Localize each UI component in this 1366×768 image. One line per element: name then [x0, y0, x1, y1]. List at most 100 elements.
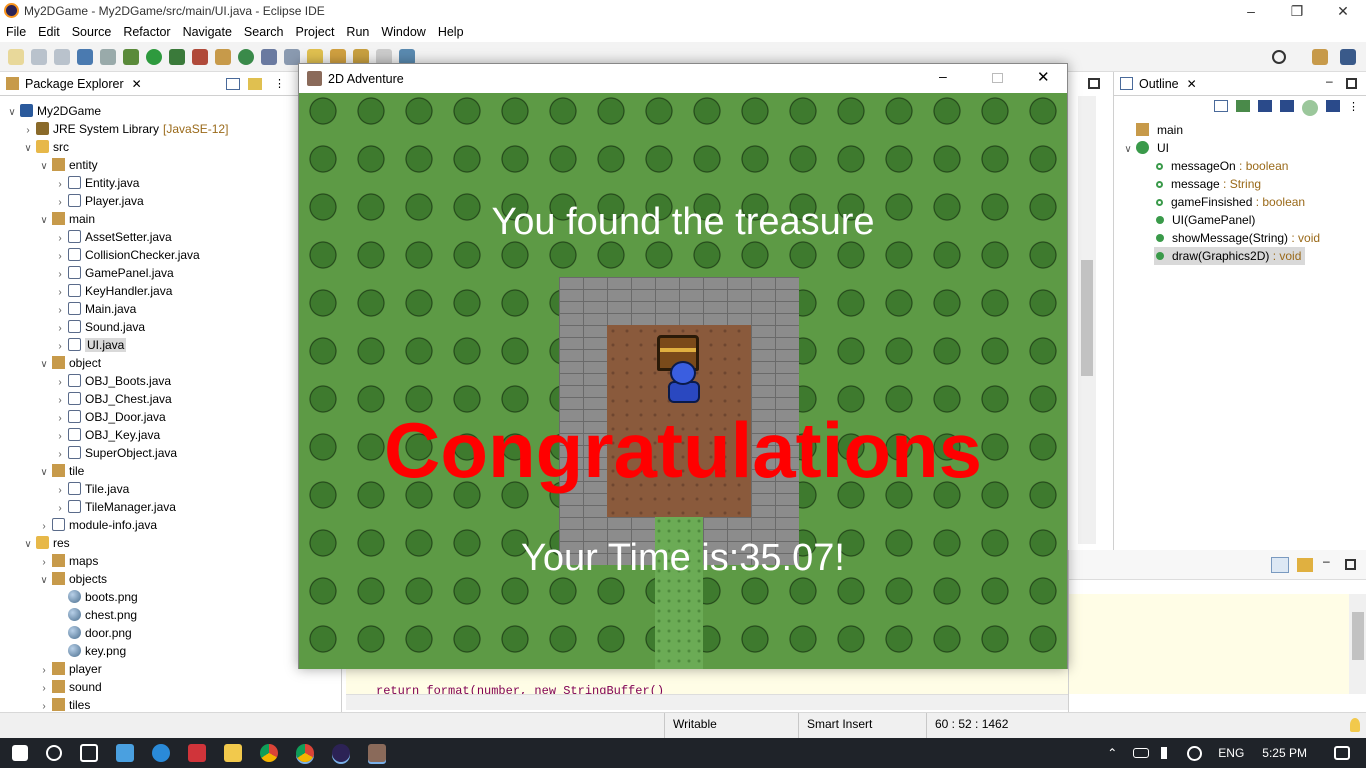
perspective-icon[interactable] — [1312, 49, 1328, 65]
tree-item[interactable]: › sound — [38, 678, 102, 696]
console-scrollbar[interactable] — [1349, 594, 1366, 694]
battery-icon[interactable] — [1133, 748, 1150, 758]
outline-item[interactable]: showMessage(String) : void — [1154, 229, 1320, 247]
tree-item[interactable]: › Main.java — [54, 300, 136, 318]
hide-static-icon[interactable] — [1280, 100, 1294, 112]
outline-item[interactable]: draw(Graphics2D) : void — [1154, 247, 1306, 265]
lightbulb-icon[interactable] — [1350, 718, 1360, 732]
game-minimize-button[interactable]: – — [939, 68, 947, 84]
tree-item[interactable]: › maps — [38, 552, 98, 570]
maximize-outline-icon[interactable] — [1346, 78, 1357, 89]
tree-item[interactable]: › Entity.java — [54, 174, 139, 192]
minimize-outline-icon[interactable]: – — [1326, 74, 1333, 88]
tree-item[interactable]: chest.png — [54, 606, 137, 624]
tree-item[interactable]: ∨ entity — [38, 156, 98, 174]
link-with-editor-icon[interactable] — [248, 78, 262, 90]
minimize-button[interactable]: – — [1228, 0, 1274, 22]
outline-item[interactable]: main — [1122, 121, 1183, 139]
network-icon[interactable] — [1187, 745, 1203, 761]
tree-item[interactable]: › OBJ_Chest.java — [54, 390, 172, 408]
tree-item[interactable]: › JRE System Library [JavaSE-12] — [22, 120, 228, 138]
menu-edit[interactable]: Edit — [38, 25, 60, 39]
maximize-console-icon[interactable] — [1345, 559, 1356, 570]
debug-icon[interactable] — [123, 48, 139, 65]
run-icon[interactable] — [146, 48, 162, 65]
app-red-icon[interactable] — [188, 744, 206, 762]
tree-item[interactable]: › TileManager.java — [54, 498, 176, 516]
tree-item[interactable]: ∨ tile — [38, 462, 84, 480]
java-perspective-icon[interactable] — [1340, 49, 1356, 65]
hide-local-types-icon[interactable] — [1326, 100, 1340, 112]
save-icon[interactable] — [31, 48, 47, 65]
file-explorer-icon[interactable] — [224, 744, 242, 762]
outline-item[interactable]: messageOn : boolean — [1154, 157, 1288, 175]
outline-item[interactable]: ∨ UI — [1122, 139, 1169, 157]
game-window[interactable]: 2D Adventure – ✕ You found the treasure … — [298, 63, 1068, 669]
menu-file[interactable]: File — [6, 25, 26, 39]
edge-icon[interactable] — [152, 744, 170, 762]
game-canvas[interactable]: You found the treasure Congratulations Y… — [299, 93, 1067, 669]
tree-item[interactable]: ∨ object — [38, 354, 101, 372]
tree-item[interactable]: key.png — [54, 642, 126, 660]
windows-start-icon[interactable] — [12, 745, 28, 761]
task-view-icon[interactable] — [80, 744, 98, 762]
expanded-chevron-icon[interactable]: ∨ — [38, 356, 50, 374]
toggle-method-icon[interactable] — [1271, 557, 1289, 573]
language-indicator[interactable]: ENG — [1218, 746, 1244, 760]
tree-item[interactable]: › Player.java — [54, 192, 144, 210]
game-maximize-button[interactable] — [992, 73, 1003, 83]
cortana-search-icon[interactable] — [46, 745, 62, 761]
outline-item[interactable]: UI(GamePanel) — [1154, 211, 1255, 229]
eclipse-taskbar-icon[interactable] — [332, 744, 350, 762]
collapse-all-icon[interactable] — [226, 78, 240, 90]
terminal-icon[interactable] — [77, 48, 93, 65]
save-all-icon[interactable] — [54, 48, 70, 65]
game-title-bar[interactable]: 2D Adventure – ✕ — [299, 64, 1067, 93]
close-window-button[interactable]: ✕ — [1320, 0, 1366, 22]
chrome-alt-icon[interactable] — [296, 744, 314, 762]
clock[interactable]: 5:25 PM — [1262, 746, 1307, 760]
tree-item[interactable]: › OBJ_Door.java — [54, 408, 166, 426]
action-center-icon[interactable] — [1334, 746, 1350, 760]
hide-nonpublic-icon[interactable] — [1302, 100, 1318, 116]
expanded-chevron-icon[interactable]: ∨ — [38, 158, 50, 176]
expanded-chevron-icon[interactable]: ∨ — [22, 536, 34, 554]
volume-icon[interactable] — [1161, 747, 1175, 759]
menu-search[interactable]: Search — [244, 25, 284, 39]
collapse-outline-icon[interactable] — [1214, 100, 1228, 112]
tree-item[interactable]: › KeyHandler.java — [54, 282, 172, 300]
java-game-taskbar-icon[interactable] — [368, 744, 386, 762]
tree-item[interactable]: › Tile.java — [54, 480, 129, 498]
tree-item[interactable]: boots.png — [54, 588, 138, 606]
tree-item[interactable]: › OBJ_Boots.java — [54, 372, 171, 390]
tree-item[interactable]: door.png — [54, 624, 132, 642]
expanded-chevron-icon[interactable]: ∨ — [6, 104, 18, 122]
menu-window[interactable]: Window — [381, 25, 425, 39]
console-action-icon[interactable] — [1297, 558, 1313, 572]
expanded-chevron-icon[interactable]: ∨ — [22, 140, 34, 158]
console-content[interactable] — [1069, 594, 1349, 694]
menu-run[interactable]: Run — [346, 25, 369, 39]
skip-breakpoints-icon[interactable] — [100, 48, 116, 65]
menu-project[interactable]: Project — [296, 25, 335, 39]
view-menu-icon[interactable]: ⋮ — [274, 77, 285, 90]
tree-item[interactable]: › OBJ_Key.java — [54, 426, 160, 444]
new-java-package-icon[interactable] — [215, 48, 231, 65]
hide-fields-icon[interactable] — [1258, 100, 1272, 112]
chrome-icon[interactable] — [260, 744, 278, 762]
menu-navigate[interactable]: Navigate — [183, 25, 232, 39]
menu-help[interactable]: Help — [438, 25, 464, 39]
menu-source[interactable]: Source — [72, 25, 112, 39]
outline-menu-icon[interactable]: ⋮ — [1348, 100, 1359, 116]
tree-item[interactable]: › Sound.java — [54, 318, 145, 336]
tree-item[interactable]: ∨ res — [22, 534, 70, 552]
expanded-chevron-icon[interactable]: ∨ — [38, 212, 50, 230]
new-icon[interactable] — [8, 48, 24, 65]
tree-item[interactable]: › UI.java — [54, 336, 127, 354]
tree-item[interactable]: › CollisionChecker.java — [54, 246, 200, 264]
console-scroll-thumb[interactable] — [1352, 612, 1364, 660]
sort-icon[interactable] — [1236, 100, 1250, 112]
search-icon[interactable] — [1272, 50, 1286, 64]
store-icon[interactable] — [116, 744, 134, 762]
restore-button[interactable]: ❐ — [1274, 0, 1320, 22]
